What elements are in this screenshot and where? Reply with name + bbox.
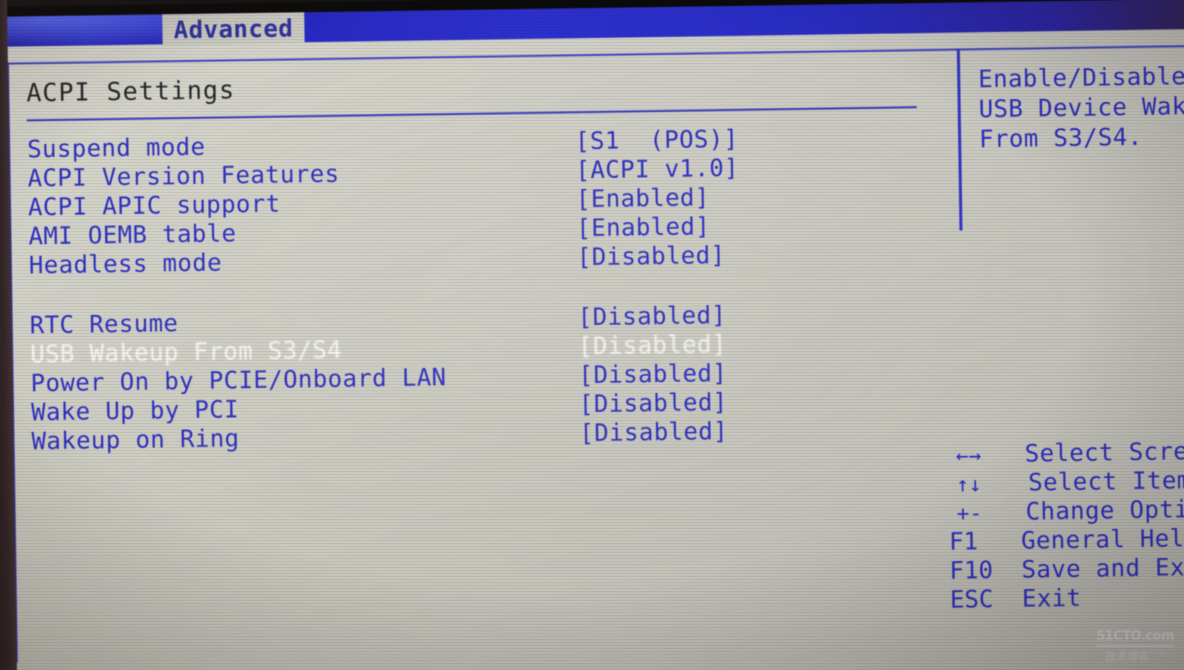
- help-text-line: Enable/Disable: [978, 62, 1184, 94]
- setting-value[interactable]: [S1 (POS)]: [575, 125, 739, 155]
- setting-value[interactable]: [Disabled]: [579, 417, 728, 447]
- setting-value[interactable]: [Disabled]: [577, 241, 726, 271]
- key-legend: ←→ Select Screen ↑↓ Select Item +- Chang…: [948, 437, 1184, 615]
- setting-value[interactable]: [Disabled]: [578, 359, 727, 389]
- settings-group-acpi: Suspend mode [S1 (POS)] ACPI Version Fea…: [27, 122, 929, 280]
- tab-advanced-label: Advanced: [173, 13, 294, 44]
- legend-description: Change Option: [1025, 494, 1184, 526]
- watermark-subtitle: 技术博客Blog: [1096, 648, 1174, 664]
- section-divider: [26, 106, 917, 122]
- help-text-line: USB Device Wakeup: [978, 91, 1184, 124]
- watermark: 51CTO.com 技术博客Blog: [1096, 629, 1174, 664]
- tab-advanced[interactable]: Advanced: [162, 12, 305, 46]
- bios-screen-photo: BIOS SETUP UTILITY (A88PG-M3T) Advanced …: [0, 0, 1184, 670]
- legend-row-select-screen: ←→ Select Screen: [948, 437, 1184, 470]
- legend-row-change-option: +- Change Option: [948, 495, 1184, 528]
- watermark-tiny-text: Blog: [1149, 649, 1165, 658]
- legend-description: Exit: [1021, 583, 1082, 613]
- up-down-arrow-icon: ↑↓: [956, 472, 982, 497]
- plus-minus-icon: +-: [956, 501, 983, 526]
- setting-value[interactable]: [Disabled]: [579, 388, 728, 418]
- left-right-arrow-icon: ←→: [955, 443, 982, 468]
- esc-key-label: ESC: [949, 585, 994, 614]
- help-panel: Enable/Disable USB Device Wakeup From S3…: [978, 61, 1184, 154]
- legend-row-select-item: ↑↓ Select Item: [948, 466, 1184, 499]
- legend-description: General Help: [1020, 524, 1184, 555]
- legend-row-save-and-exit: F10 Save and Exit: [949, 553, 1184, 586]
- help-text-line: From S3/S4.: [978, 122, 1143, 154]
- legend-description: Save and Exit: [1021, 552, 1184, 584]
- setting-value[interactable]: [Disabled]: [578, 330, 727, 360]
- legend-row-exit: ESC Exit: [950, 582, 1184, 615]
- settings-group-wakeup: RTC Resume [Disabled] USB Wakeup From S3…: [30, 298, 932, 456]
- f10-key-label: F10: [949, 556, 994, 585]
- watermark-subtitle-text: 技术博客: [1105, 650, 1150, 663]
- legend-description: Select Screen: [1024, 436, 1184, 468]
- setting-value[interactable]: [Enabled]: [576, 212, 710, 242]
- setting-value[interactable]: [ACPI v1.0]: [575, 154, 739, 184]
- setting-value[interactable]: [Disabled]: [578, 301, 727, 331]
- settings-list: ACPI Settings Suspend mode [S1 (POS)] AC…: [26, 65, 932, 456]
- legend-description: Select Item: [1028, 466, 1184, 497]
- f1-key-label: F1: [948, 527, 979, 556]
- legend-row-general-help: F1 General Help: [949, 524, 1184, 557]
- setting-value[interactable]: [Enabled]: [576, 183, 710, 213]
- watermark-site: 51CTO.com: [1096, 629, 1174, 647]
